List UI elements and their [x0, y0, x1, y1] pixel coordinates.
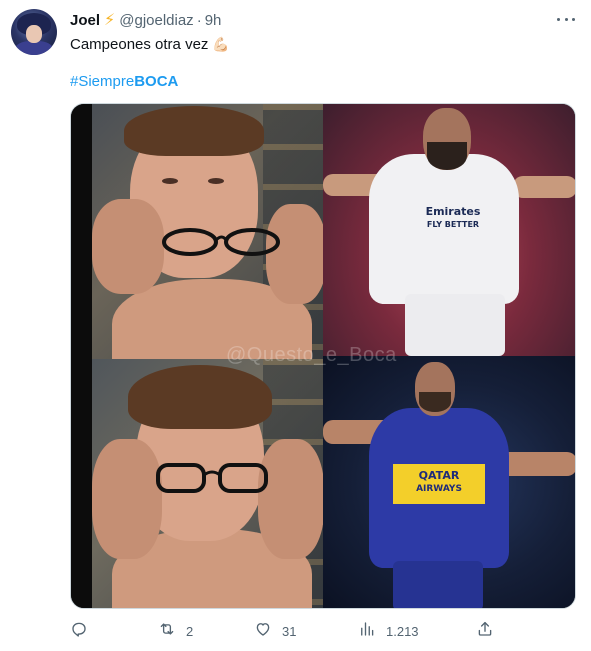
reply-icon [70, 620, 88, 643]
author-handle[interactable]: @gjoeldiaz [119, 12, 193, 29]
flexed-biceps-emoji-icon: 💪🏻 [212, 36, 230, 52]
tweet-text: Campeones otra vez 💪🏻 [70, 34, 230, 55]
tweet-actions: 2 31 1.213 [70, 620, 500, 642]
views-icon [358, 620, 376, 643]
like-count: 31 [282, 623, 297, 639]
more-options-icon[interactable] [557, 12, 575, 26]
meme-panel-bottom-left [92, 359, 323, 608]
tweet-media-image[interactable]: Emirates FLY BETTER QATAR AIRWAYS @Questo_… [70, 103, 576, 609]
retweet-button[interactable]: 2 [158, 620, 193, 642]
share-icon [476, 620, 494, 643]
heart-icon [254, 620, 272, 643]
views-count: 1.213 [386, 623, 419, 639]
tweet-text-content: Campeones otra vez [70, 36, 209, 53]
share-button[interactable] [476, 620, 494, 642]
media-watermark: @Questo_e_Boca [226, 344, 397, 366]
meme-panel-top-right: Emirates FLY BETTER [323, 104, 575, 356]
timestamp[interactable]: 9h [205, 12, 222, 29]
avatar[interactable] [11, 9, 57, 55]
meme-panel-top-left [92, 104, 323, 359]
views-button[interactable]: 1.213 [358, 620, 419, 642]
hashtag-prefix: #Siempre [70, 73, 135, 90]
tweet[interactable]: Joel ⚡ @gjoeldiaz · 9h Campeones otra ve… [0, 0, 591, 651]
author-name[interactable]: Joel [70, 12, 100, 29]
retweet-count: 2 [186, 623, 194, 639]
tweet-header: Joel ⚡ @gjoeldiaz · 9h [70, 10, 221, 30]
dot-separator: · [196, 11, 202, 29]
media-left-border [71, 104, 92, 608]
hashtag-link[interactable]: #SiempreBOCA [70, 72, 178, 92]
like-button[interactable]: 31 [254, 620, 296, 642]
hashtag-bold: BOCA [134, 73, 179, 90]
lightning-emoji-icon: ⚡ [104, 12, 116, 29]
reply-button[interactable] [70, 620, 98, 642]
meme-panel-bottom-right: QATAR AIRWAYS [323, 356, 575, 608]
retweet-icon [158, 620, 176, 643]
